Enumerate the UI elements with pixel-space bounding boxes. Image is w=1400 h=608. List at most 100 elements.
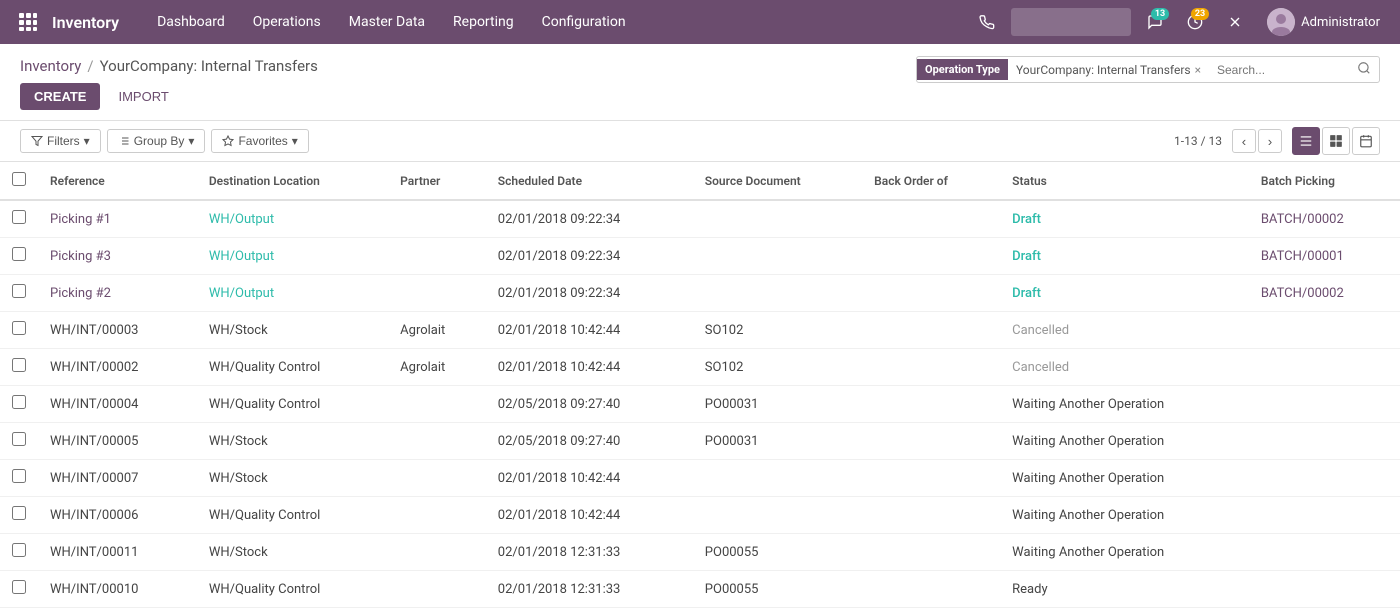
table-row: WH/INT/00006 WH/Quality Control 02/01/20… [0, 497, 1400, 534]
cell-batch[interactable]: BATCH/00002 [1249, 200, 1400, 238]
table-row: Picking #3 WH/Output 02/01/2018 09:22:34… [0, 238, 1400, 275]
cell-back-order [862, 460, 1000, 497]
batch-link[interactable]: BATCH/00001 [1261, 249, 1344, 264]
destination-link[interactable]: WH/Output [209, 286, 274, 301]
nav-search-input[interactable] [1011, 8, 1131, 36]
chat-icon[interactable]: 13 [1139, 6, 1171, 38]
cell-partner [388, 497, 486, 534]
row-checkbox[interactable] [12, 247, 26, 261]
destination-text: WH/Stock [209, 545, 268, 560]
row-checkbox-cell[interactable] [0, 534, 38, 571]
row-checkbox[interactable] [12, 395, 26, 409]
cell-reference[interactable]: Picking #1 [38, 200, 197, 238]
list-view-button[interactable] [1292, 127, 1320, 155]
reference-link[interactable]: Picking #2 [50, 286, 111, 301]
activity-badge: 23 [1191, 8, 1209, 20]
cell-batch[interactable]: BATCH/00002 [1249, 275, 1400, 312]
filters-button[interactable]: Filters ▾ [20, 129, 101, 153]
cell-destination: WH/Quality Control [197, 497, 388, 534]
row-checkbox[interactable] [12, 210, 26, 224]
cell-date: 02/01/2018 10:42:44 [486, 312, 693, 349]
cell-destination: WH/Quality Control [197, 571, 388, 608]
chat-badge: 13 [1151, 8, 1169, 20]
select-all-header[interactable] [0, 162, 38, 200]
breadcrumb: Inventory / YourCompany: Internal Transf… [20, 57, 318, 75]
row-checkbox[interactable] [12, 580, 26, 594]
batch-link[interactable]: BATCH/00002 [1261, 212, 1344, 227]
cell-reference[interactable]: Picking #3 [38, 238, 197, 275]
row-checkbox[interactable] [12, 321, 26, 335]
col-scheduled-date: Scheduled Date [486, 162, 693, 200]
row-checkbox-cell[interactable] [0, 423, 38, 460]
nav-master-data[interactable]: Master Data [335, 0, 439, 44]
cell-reference[interactable]: Picking #2 [38, 275, 197, 312]
reference-link[interactable]: Picking #1 [50, 212, 111, 227]
create-button[interactable]: CREATE [20, 83, 100, 110]
row-checkbox[interactable] [12, 358, 26, 372]
row-checkbox[interactable] [12, 506, 26, 520]
row-checkbox-cell[interactable] [0, 275, 38, 312]
cell-date: 02/01/2018 12:31:33 [486, 534, 693, 571]
reference-link[interactable]: Picking #3 [50, 249, 111, 264]
breadcrumb-parent[interactable]: Inventory [20, 57, 81, 75]
import-button[interactable]: IMPORT [108, 83, 178, 110]
cell-status: Draft [1000, 238, 1249, 275]
next-page-button[interactable]: › [1258, 129, 1282, 153]
row-checkbox[interactable] [12, 284, 26, 298]
cell-batch [1249, 534, 1400, 571]
close-icon[interactable] [1219, 6, 1251, 38]
batch-link[interactable]: BATCH/00002 [1261, 286, 1344, 301]
cell-date: 02/01/2018 12:31:33 [486, 571, 693, 608]
search-input[interactable] [1209, 59, 1349, 81]
cell-back-order [862, 497, 1000, 534]
cell-destination[interactable]: WH/Output [197, 200, 388, 238]
search-button[interactable] [1349, 57, 1379, 82]
cell-date: 02/05/2018 09:27:40 [486, 386, 693, 423]
nav-reporting[interactable]: Reporting [439, 0, 528, 44]
filter-tag-remove[interactable]: × [1195, 63, 1201, 77]
cell-destination[interactable]: WH/Output [197, 238, 388, 275]
cell-batch[interactable]: BATCH/00001 [1249, 238, 1400, 275]
row-checkbox-cell[interactable] [0, 200, 38, 238]
status-badge: Waiting Another Operation [1012, 508, 1164, 523]
activity-icon[interactable]: 23 [1179, 6, 1211, 38]
row-checkbox-cell[interactable] [0, 312, 38, 349]
destination-link[interactable]: WH/Output [209, 212, 274, 227]
operation-type-label: Operation Type [917, 59, 1008, 80]
nav-dashboard[interactable]: Dashboard [143, 0, 239, 44]
app-grid-icon[interactable] [12, 6, 44, 38]
nav-operations[interactable]: Operations [239, 0, 335, 44]
favorites-button[interactable]: Favorites ▾ [211, 129, 308, 153]
filters-label: Filters [47, 134, 80, 148]
prev-page-button[interactable]: ‹ [1232, 129, 1256, 153]
status-badge: Draft [1012, 249, 1041, 264]
cell-destination: WH/Stock [197, 312, 388, 349]
row-checkbox-cell[interactable] [0, 497, 38, 534]
row-checkbox[interactable] [12, 543, 26, 557]
kanban-view-button[interactable] [1322, 127, 1350, 155]
row-checkbox-cell[interactable] [0, 238, 38, 275]
table-row: WH/INT/00003 WH/Stock Agrolait 02/01/201… [0, 312, 1400, 349]
calendar-view-button[interactable] [1352, 127, 1380, 155]
reference-text: WH/INT/00003 [50, 323, 138, 338]
phone-icon[interactable] [971, 6, 1003, 38]
select-all-checkbox[interactable] [12, 172, 26, 186]
reference-text: WH/INT/00005 [50, 434, 138, 449]
cell-back-order [862, 275, 1000, 312]
destination-link[interactable]: WH/Output [209, 249, 274, 264]
cell-destination[interactable]: WH/Output [197, 275, 388, 312]
row-checkbox-cell[interactable] [0, 386, 38, 423]
col-batch-picking: Batch Picking [1249, 162, 1400, 200]
table-row: WH/INT/00007 WH/Stock 02/01/2018 10:42:4… [0, 460, 1400, 497]
row-checkbox-cell[interactable] [0, 460, 38, 497]
date-text: 02/01/2018 09:22:34 [498, 249, 621, 264]
row-checkbox-cell[interactable] [0, 571, 38, 608]
group-by-button[interactable]: Group By ▾ [107, 129, 206, 153]
table-row: WH/INT/00005 WH/Stock 02/05/2018 09:27:4… [0, 423, 1400, 460]
row-checkbox[interactable] [12, 469, 26, 483]
row-checkbox-cell[interactable] [0, 349, 38, 386]
row-checkbox[interactable] [12, 432, 26, 446]
toolbar-right: 1-13 / 13 ‹ › [1174, 127, 1380, 155]
user-menu[interactable]: Administrator [1259, 8, 1388, 36]
nav-configuration[interactable]: Configuration [528, 0, 640, 44]
